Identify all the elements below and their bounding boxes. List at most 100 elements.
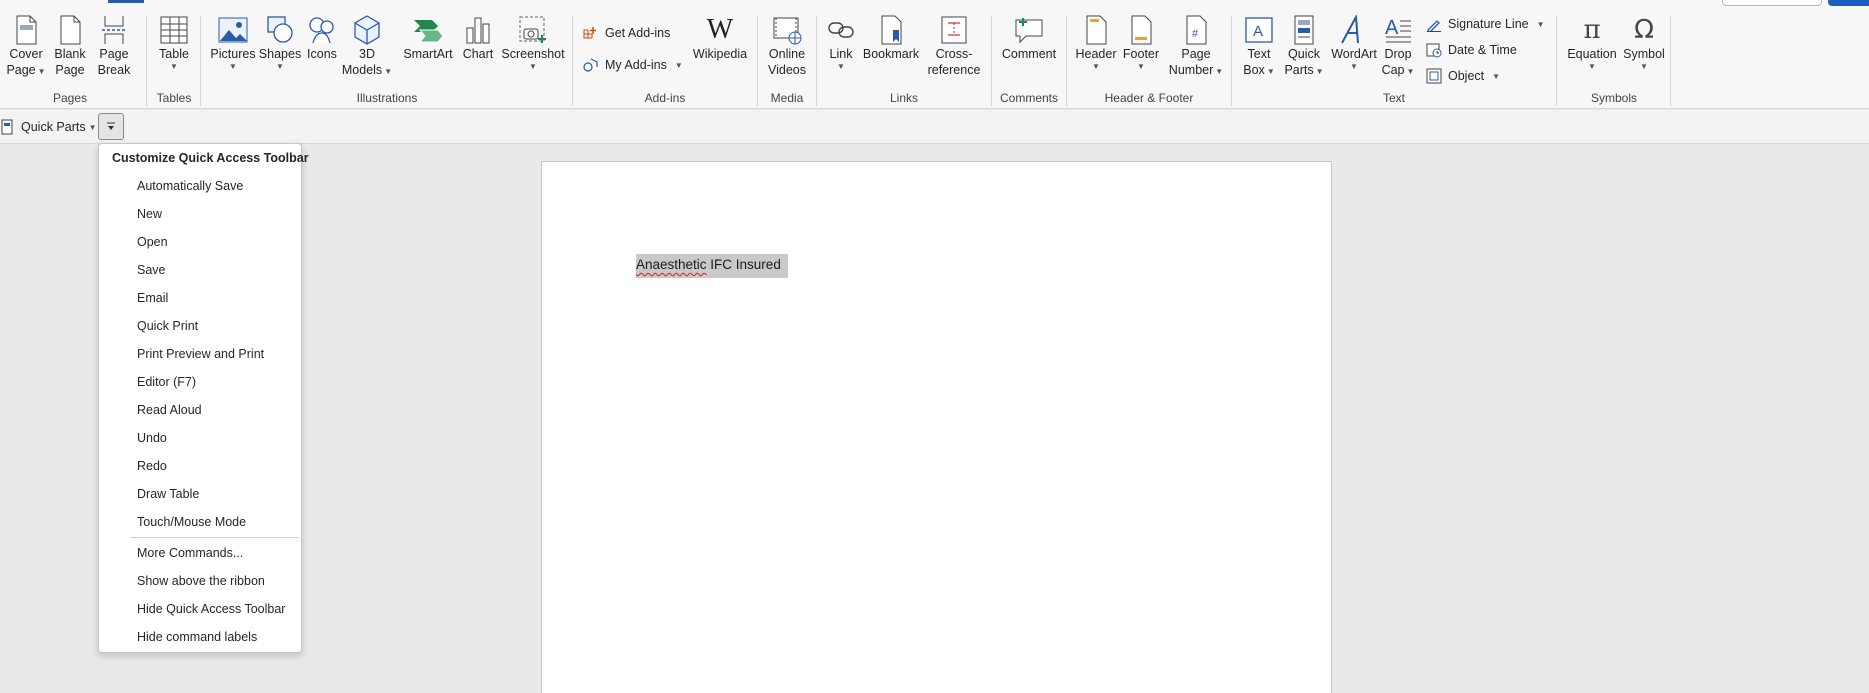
shapes-button[interactable]: Shapes ▼ (258, 14, 302, 72)
chevron-down-icon: ▼ (229, 62, 237, 71)
group-comments: Comment Comments (993, 12, 1065, 106)
menu-item-save[interactable]: Save (99, 256, 301, 284)
group-separator (757, 16, 758, 106)
menu-item-hide-qat[interactable]: Hide Quick Access Toolbar (99, 595, 301, 623)
customize-qat-menu: Customize Quick Access Toolbar Automatic… (98, 143, 309, 653)
active-tab-indicator (108, 0, 144, 3)
get-addins-button[interactable]: Get Add-ins (582, 22, 670, 44)
menu-item-draw-table[interactable]: Draw Table (99, 480, 301, 508)
cover-page-button[interactable]: Cover Page ▼ (6, 14, 46, 78)
top-right-primary-button[interactable] (1828, 0, 1869, 6)
group-addins: Get Add-ins My Add-ins ▼ W Wikipedia Add… (574, 12, 756, 106)
date-time-button[interactable]: Date & Time (1425, 39, 1517, 61)
blank-page-button[interactable]: Blank Page (50, 14, 90, 78)
my-addins-button[interactable]: My Add-ins ▼ (582, 54, 683, 76)
group-separator (1066, 16, 1067, 106)
group-separator (816, 16, 817, 106)
menu-item-undo[interactable]: Undo (99, 424, 301, 452)
menu-item-label: Touch/Mouse Mode (137, 515, 247, 529)
menu-item-label: New (137, 207, 163, 221)
equation-button[interactable]: π Equation ▼ (1562, 14, 1622, 72)
smartart-label: SmartArt (403, 47, 453, 61)
icons-icon (305, 14, 339, 46)
menu-item-editor[interactable]: Editor (F7) (99, 368, 301, 396)
online-videos-button[interactable]: Online Videos (763, 14, 811, 78)
drop-cap-button[interactable]: A Drop Cap ▼ (1379, 14, 1417, 78)
wordart-button[interactable]: WordArt ▼ (1329, 14, 1379, 72)
comment-button[interactable]: Comment (997, 14, 1061, 62)
quick-parts-icon (1287, 14, 1321, 46)
ribbon-insert: Cover Page ▼ Blank Page Page Break Pages … (0, 0, 1869, 109)
customize-qat-button[interactable] (98, 113, 124, 140)
menu-item-label: Read Aloud (137, 403, 202, 417)
group-label-symbols: Symbols (1590, 91, 1637, 105)
quick-parts-button[interactable]: Quick Parts ▼ (1281, 14, 1327, 78)
menu-item-show-above-ribbon[interactable]: Show above the ribbon (99, 567, 301, 595)
bookmark-button[interactable]: Bookmark (860, 14, 922, 62)
icons-button[interactable]: Icons (302, 14, 342, 62)
footer-label: Footer (1122, 47, 1160, 61)
chevron-down-icon: ▼ (1350, 62, 1358, 71)
object-button[interactable]: Object ▼ (1425, 65, 1500, 87)
chevron-down-icon: ▼ (88, 122, 97, 132)
menu-item-print-preview[interactable]: Print Preview and Print (99, 340, 301, 368)
menu-item-hide-command-labels[interactable]: Hide command labels (99, 623, 301, 651)
page-number-button[interactable]: # Page Number ▼ (1166, 14, 1226, 78)
top-right-outline-button[interactable] (1722, 0, 1822, 6)
group-text: A Text Box ▼ Quick Parts ▼ WordArt ▼ A Dro… (1233, 12, 1555, 106)
chevron-down-icon: ▼ (1492, 71, 1501, 81)
selected-text[interactable]: Anaesthetic IFC Insured (636, 254, 788, 278)
cross-reference-label-2: reference (927, 63, 981, 77)
link-button[interactable]: Link ▼ (824, 14, 858, 72)
text-box-button[interactable]: A Text Box ▼ (1237, 14, 1281, 78)
date-time-label: Date & Time (1448, 43, 1517, 57)
customize-dropdown-icon (106, 119, 116, 134)
header-button[interactable]: Header ▼ (1074, 14, 1118, 72)
menu-item-redo[interactable]: Redo (99, 452, 301, 480)
group-separator (200, 16, 201, 106)
menu-item-open[interactable]: Open (99, 228, 301, 256)
chevron-down-icon: ▼ (1315, 67, 1324, 76)
footer-icon (1124, 14, 1158, 46)
misspelled-word[interactable]: Anaesthetic (636, 257, 707, 272)
menu-item-quick-print[interactable]: Quick Print (99, 312, 301, 340)
symbol-button[interactable]: Ω Symbol ▼ (1620, 14, 1668, 72)
qat-quick-parts-button[interactable]: Quick Parts ▼ (1, 117, 97, 137)
cross-reference-button[interactable]: Cross- reference (924, 14, 984, 78)
smartart-button[interactable]: SmartArt (400, 14, 456, 62)
menu-item-touch-mouse-mode[interactable]: Touch/Mouse Mode (99, 508, 301, 536)
header-label: Header (1075, 47, 1117, 61)
wordart-label: WordArt (1331, 47, 1377, 61)
drop-cap-label: Drop (1384, 47, 1412, 61)
group-label-illustrations: Illustrations (356, 91, 418, 105)
wikipedia-button[interactable]: W Wikipedia (692, 14, 748, 62)
cover-page-label: Cover (9, 47, 43, 61)
cover-page-label-2: Page (6, 63, 36, 77)
signature-line-button[interactable]: Signature Line ▼ (1425, 13, 1545, 35)
menu-item-automatically-save[interactable]: Automatically Save (99, 172, 301, 200)
menu-item-read-aloud[interactable]: Read Aloud (99, 396, 301, 424)
chevron-down-icon: ▼ (1215, 67, 1224, 76)
page-break-button[interactable]: Page Break (94, 14, 134, 78)
screenshot-button[interactable]: Screenshot ▼ (498, 14, 568, 72)
drop-cap-icon: A (1381, 14, 1415, 46)
wordart-icon (1337, 14, 1371, 46)
menu-item-email[interactable]: Email (99, 284, 301, 312)
pictures-button[interactable]: Pictures ▼ (208, 14, 258, 72)
menu-item-label: Quick Print (137, 319, 199, 333)
group-label-tables: Tables (156, 91, 192, 105)
footer-button[interactable]: Footer ▼ (1120, 14, 1162, 72)
document-page[interactable]: Anaesthetic IFC Insured (541, 161, 1332, 693)
menu-item-label: Draw Table (137, 487, 200, 501)
group-label-header-footer: Header & Footer (1104, 91, 1194, 105)
chart-button[interactable]: Chart (458, 14, 498, 62)
table-button[interactable]: Table ▼ (154, 14, 194, 72)
3d-models-button[interactable]: 3D Models ▼ (342, 14, 392, 78)
group-separator (572, 16, 573, 106)
menu-item-more-commands[interactable]: More Commands... (99, 539, 301, 567)
link-icon (824, 14, 858, 46)
screenshot-label: Screenshot (501, 47, 565, 61)
chevron-down-icon: ▼ (1588, 62, 1596, 71)
menu-item-new[interactable]: New (99, 200, 301, 228)
menu-item-label: Open (137, 235, 168, 249)
